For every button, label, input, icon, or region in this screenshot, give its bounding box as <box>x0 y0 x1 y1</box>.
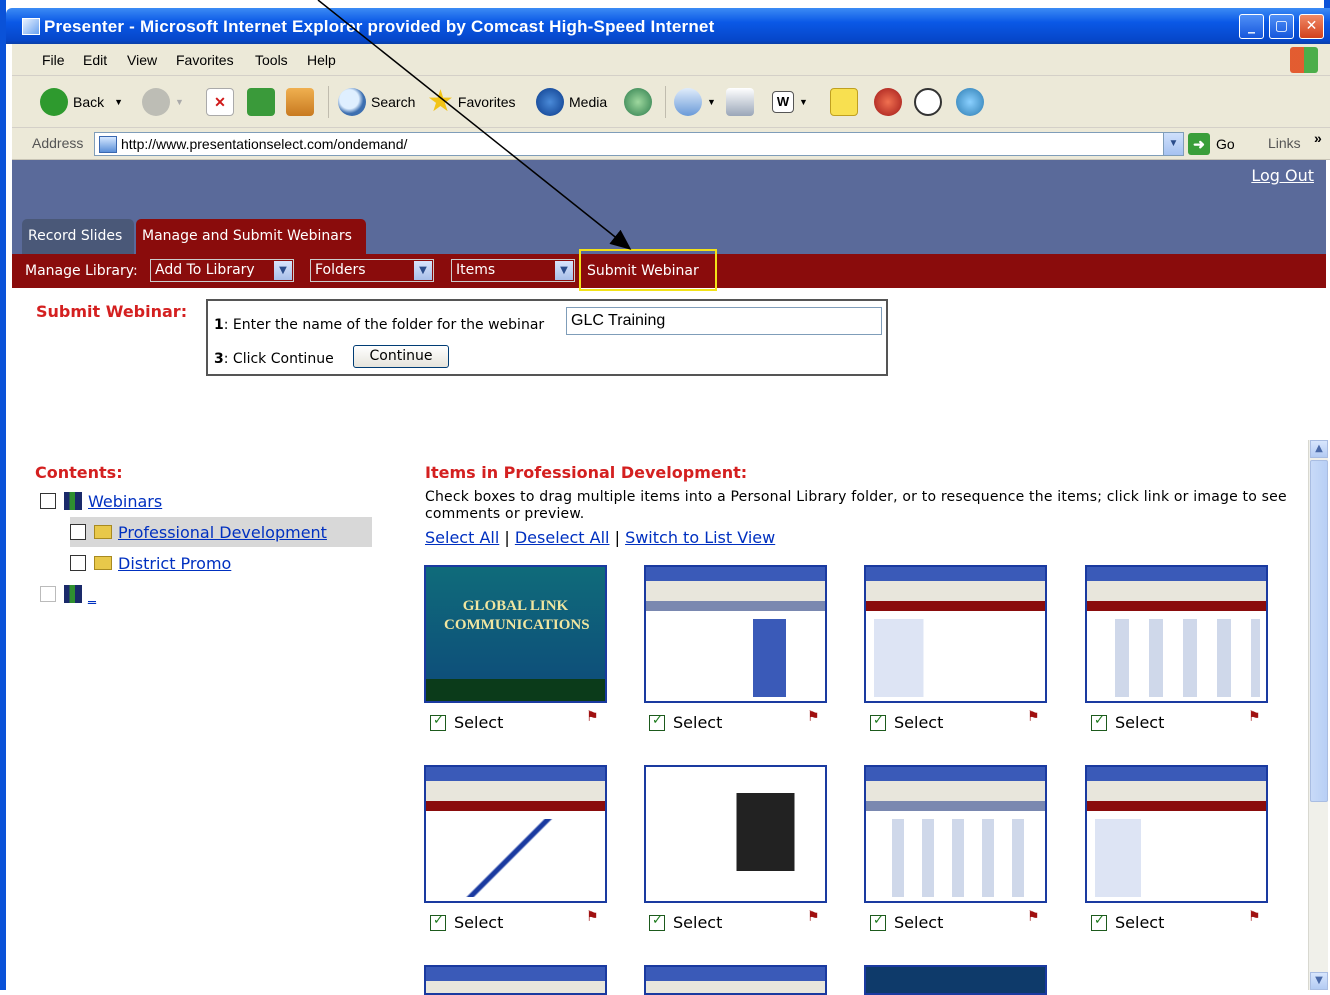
annotation-arrow <box>317 0 632 250</box>
